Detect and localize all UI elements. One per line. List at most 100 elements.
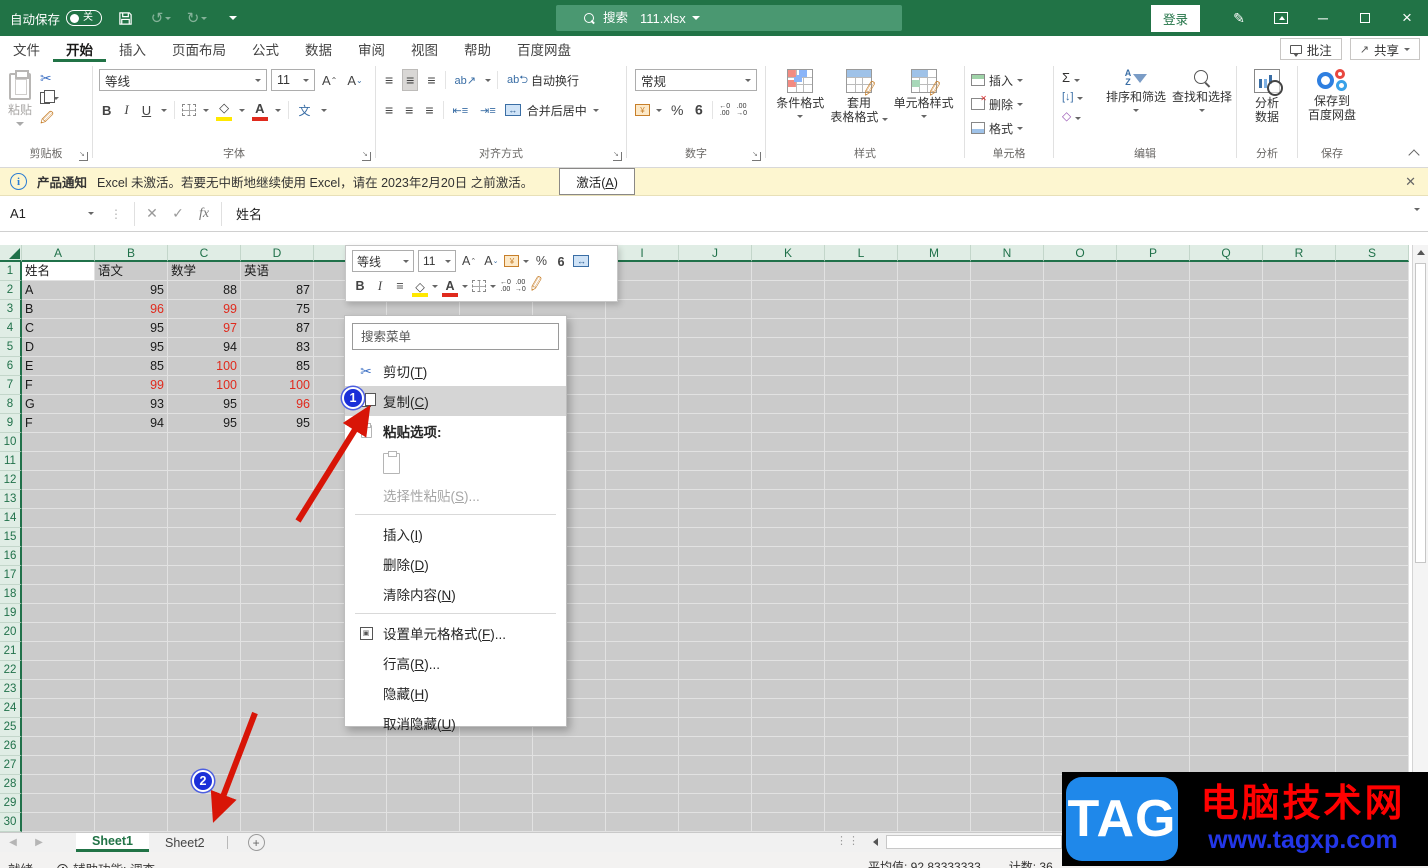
cell-K22[interactable] [752,661,825,680]
cell-N2[interactable] [971,281,1044,300]
cell-D23[interactable] [241,680,314,699]
cell-K15[interactable] [752,528,825,547]
cell-S19[interactable] [1336,604,1409,623]
fill-color-button[interactable]: ◇ [216,99,233,121]
row-header-9[interactable]: 9 [0,414,22,433]
cell-Q15[interactable] [1190,528,1263,547]
cell-P10[interactable] [1117,433,1190,452]
find-select-button[interactable]: 查找和选择 [1172,62,1232,148]
cell-Q11[interactable] [1190,452,1263,471]
menu-item-insert[interactable]: 插入(I) [345,519,566,549]
cell-J17[interactable] [679,566,752,585]
cell-P19[interactable] [1117,604,1190,623]
autosave-toggle-pill[interactable]: 关 [66,10,103,26]
cell-S16[interactable] [1336,547,1409,566]
tab-帮助[interactable]: 帮助 [451,36,504,62]
cell-S17[interactable] [1336,566,1409,585]
cell-A27[interactable] [22,756,95,775]
cell-S9[interactable] [1336,414,1409,433]
cell-R1[interactable] [1263,262,1336,281]
cell-Q7[interactable] [1190,376,1263,395]
cell-B26[interactable] [95,737,168,756]
redo-button[interactable]: ↻ [184,5,210,31]
cell-R6[interactable] [1263,357,1336,376]
cell-J2[interactable] [679,281,752,300]
cell-I23[interactable] [606,680,679,699]
cell-E27[interactable] [314,756,387,775]
cell-N19[interactable] [971,604,1044,623]
cell-L23[interactable] [825,680,898,699]
cell-O2[interactable] [1044,281,1117,300]
cell-F27[interactable] [387,756,460,775]
cell-J27[interactable] [679,756,752,775]
cell-N18[interactable] [971,585,1044,604]
cell-B29[interactable] [95,794,168,813]
cell-I29[interactable] [606,794,679,813]
cell-N26[interactable] [971,737,1044,756]
number-dialog-launcher[interactable]: ↘ [752,151,761,161]
cell-L7[interactable] [825,376,898,395]
cell-O26[interactable] [1044,737,1117,756]
mini-bold-button[interactable]: B [352,275,368,297]
cell-C27[interactable] [168,756,241,775]
cell-B24[interactable] [95,699,168,718]
cell-L18[interactable] [825,585,898,604]
cell-L20[interactable] [825,623,898,642]
cell-C11[interactable] [168,452,241,471]
autosum-button[interactable]: Σ [1062,70,1083,85]
cell-K6[interactable] [752,357,825,376]
wrap-text-button[interactable]: ab⮌ 自动换行 [504,69,582,91]
cell-O22[interactable] [1044,661,1117,680]
cell-P20[interactable] [1117,623,1190,642]
cell-O21[interactable] [1044,642,1117,661]
cell-K2[interactable] [752,281,825,300]
cell-D16[interactable] [241,547,314,566]
cell-I3[interactable] [606,300,679,319]
cell-A4[interactable]: C [22,319,95,338]
cell-R4[interactable] [1263,319,1336,338]
cell-C21[interactable] [168,642,241,661]
ribbon-display-options-button[interactable] [1260,0,1302,36]
cell-O12[interactable] [1044,471,1117,490]
cell-L14[interactable] [825,509,898,528]
cell-P11[interactable] [1117,452,1190,471]
cell-C9[interactable]: 95 [168,414,241,433]
mini-increase-font-button[interactable]: A ⌃ [460,250,478,272]
tab-文件[interactable]: 文件 [0,36,53,62]
cell-S26[interactable] [1336,737,1409,756]
increase-decimal-button[interactable]: ←0.00 [719,103,730,117]
cell-M27[interactable] [898,756,971,775]
cell-D4[interactable]: 87 [241,319,314,338]
tab-页面布局[interactable]: 页面布局 [159,36,239,62]
cell-D6[interactable]: 85 [241,357,314,376]
cell-S20[interactable] [1336,623,1409,642]
cell-C8[interactable]: 95 [168,395,241,414]
cell-C23[interactable] [168,680,241,699]
notice-close-icon[interactable]: ✕ [1405,174,1416,190]
cut-button[interactable]: ✂ [40,70,59,87]
cell-K21[interactable] [752,642,825,661]
cell-Q19[interactable] [1190,604,1263,623]
cell-R17[interactable] [1263,566,1336,585]
cell-D30[interactable] [241,813,314,832]
cell-K9[interactable] [752,414,825,433]
cell-R26[interactable] [1263,737,1336,756]
cell-R15[interactable] [1263,528,1336,547]
cell-S25[interactable] [1336,718,1409,737]
cell-D19[interactable] [241,604,314,623]
cell-I5[interactable] [606,338,679,357]
cell-K27[interactable] [752,756,825,775]
mini-font-color-button[interactable]: A [442,275,458,297]
cell-R2[interactable] [1263,281,1336,300]
search-input[interactable] [603,11,843,25]
cell-A24[interactable] [22,699,95,718]
cell-K26[interactable] [752,737,825,756]
font-name-combo[interactable]: 等线 [99,69,267,91]
cell-N13[interactable] [971,490,1044,509]
cell-I7[interactable] [606,376,679,395]
select-all-corner[interactable] [0,245,22,262]
cell-S24[interactable] [1336,699,1409,718]
row-header-18[interactable]: 18 [0,585,22,604]
cell-D26[interactable] [241,737,314,756]
cell-O11[interactable] [1044,452,1117,471]
